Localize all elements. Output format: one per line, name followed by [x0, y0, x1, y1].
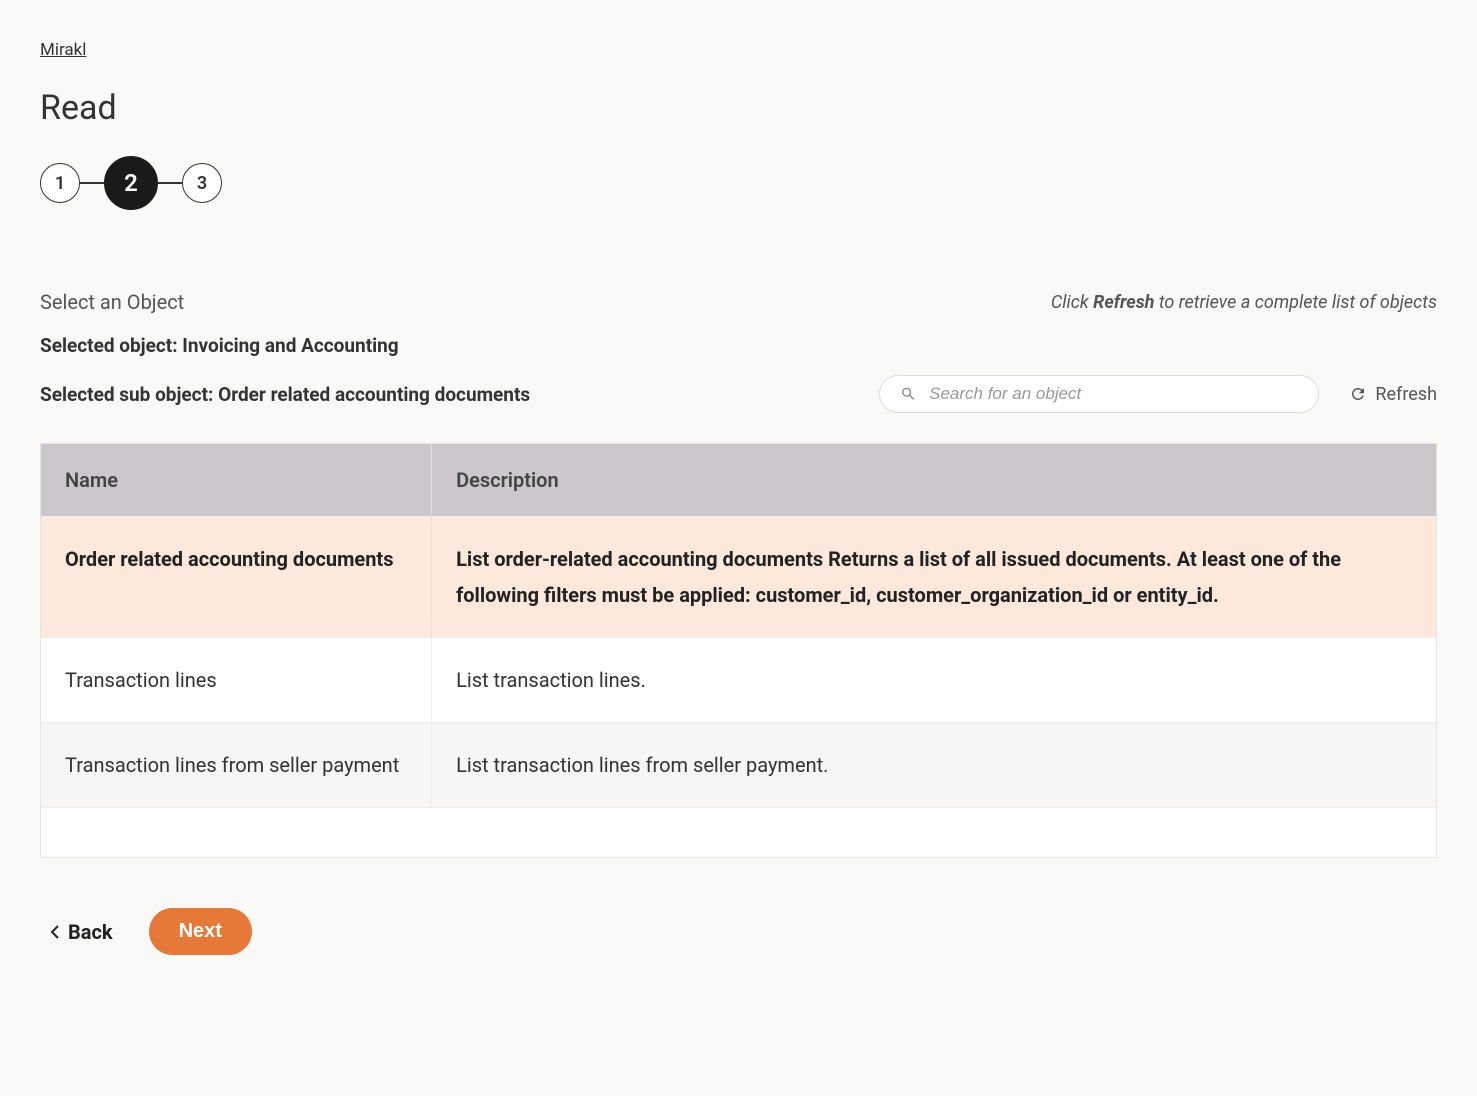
select-object-label: Select an Object — [40, 290, 184, 314]
next-button[interactable]: Next — [149, 908, 252, 955]
table-row[interactable]: Transaction lines from seller paymentLis… — [41, 723, 1436, 808]
breadcrumb: Mirakl — [40, 40, 1437, 60]
search-icon — [900, 385, 917, 403]
cell-description: List transaction lines. — [432, 638, 1436, 723]
selected-object-value: Invoicing and Accounting — [182, 334, 398, 357]
search-refresh-group: Refresh — [879, 375, 1437, 413]
table-row[interactable]: Transaction linesList transaction lines. — [41, 638, 1436, 723]
cell-name: Order related accounting documents — [41, 517, 432, 638]
breadcrumb-link-mirakl[interactable]: Mirakl — [40, 40, 86, 60]
search-box[interactable] — [879, 375, 1319, 413]
step-connector — [80, 182, 104, 184]
selected-object-prefix: Selected object: — [40, 334, 182, 357]
selected-sub-object-value: Order related accounting documents — [218, 383, 530, 406]
selected-sub-object: Selected sub object: Order related accou… — [40, 383, 530, 406]
search-input[interactable] — [929, 384, 1298, 404]
back-button[interactable]: Back — [50, 920, 113, 944]
table-row[interactable]: Order related accounting documentsList o… — [41, 517, 1436, 638]
refresh-hint-bold: Refresh — [1093, 292, 1154, 313]
step-1[interactable]: 1 — [40, 163, 80, 203]
table-header-row: Name Description — [41, 444, 1436, 517]
cell-description: List order-related accounting documents … — [432, 517, 1436, 638]
cell-name: Transaction lines — [41, 638, 432, 723]
stepper: 1 2 3 — [40, 156, 1437, 210]
section-header: Select an Object Click Refresh to retrie… — [40, 290, 1437, 314]
refresh-hint-prefix: Click — [1051, 292, 1093, 313]
selected-object: Selected object: Invoicing and Accountin… — [40, 334, 1437, 357]
chevron-left-icon — [50, 925, 60, 939]
nav-buttons: Back Next — [40, 908, 1437, 955]
refresh-hint-suffix: to retrieve a complete list of objects — [1154, 292, 1437, 313]
object-table: Name Description Order related accountin… — [40, 443, 1437, 858]
selected-sub-object-prefix: Selected sub object: — [40, 383, 218, 406]
cell-name: Transaction lines from seller payment — [41, 723, 432, 808]
refresh-button[interactable]: Refresh — [1349, 384, 1437, 405]
cell-description: List transaction lines from seller payme… — [432, 723, 1436, 808]
table-footer — [41, 807, 1436, 857]
refresh-label: Refresh — [1375, 384, 1437, 405]
step-2[interactable]: 2 — [104, 156, 158, 210]
back-label: Back — [68, 920, 113, 944]
refresh-hint: Click Refresh to retrieve a complete lis… — [1051, 292, 1437, 313]
page-title: Read — [40, 88, 1437, 128]
refresh-icon — [1349, 385, 1367, 403]
step-3[interactable]: 3 — [182, 163, 222, 203]
col-description: Description — [432, 444, 1436, 517]
col-name: Name — [41, 444, 432, 517]
step-connector — [158, 182, 182, 184]
sub-object-row: Selected sub object: Order related accou… — [40, 375, 1437, 413]
